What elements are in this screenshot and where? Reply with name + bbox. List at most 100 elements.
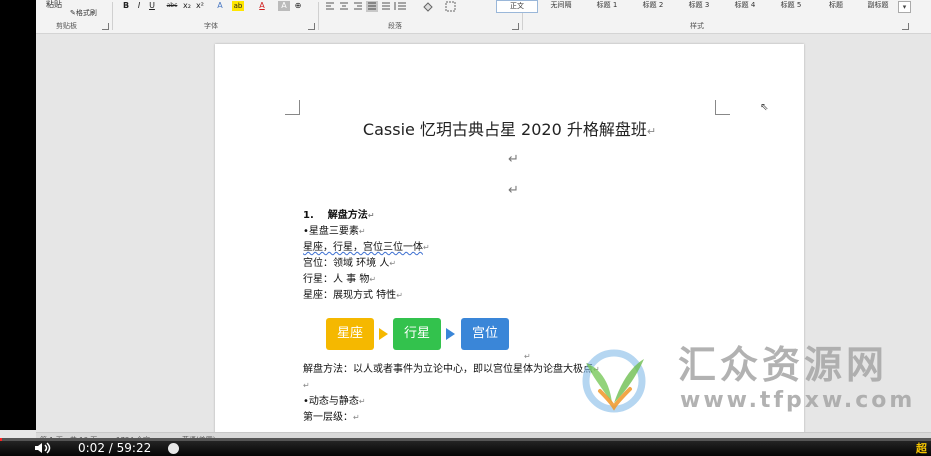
highlight-button[interactable]: ab — [232, 1, 244, 11]
style-no-spacing[interactable]: 无间隔 — [540, 0, 582, 11]
paragraph-mark: ↵ — [396, 291, 403, 300]
paragraph-mark: ↵ — [389, 259, 397, 268]
line-text: 宫位：领域 环境 人 — [303, 258, 390, 269]
body-line: 行星：人 事 物↵ — [303, 273, 376, 287]
character-shading-button[interactable]: A — [278, 1, 290, 11]
empty-paragraph-mark: ↵ — [508, 183, 519, 198]
smartart-item-house[interactable]: 宫位 — [461, 318, 509, 350]
font-launcher-icon[interactable] — [308, 23, 315, 30]
line-text: 解盘方法：以人或者事件为立论中心，即以宫位星体为论盘大极点 — [303, 364, 593, 375]
paragraph-mark: ↵ — [369, 275, 377, 284]
paragraph-mark: ↵ — [303, 381, 310, 390]
line-text: •动态与静态 — [303, 396, 359, 407]
font-group-label: 字体 — [204, 22, 218, 30]
title-text: Cassie 忆玥古典占星 2020 升格解盘班 — [362, 120, 647, 139]
line-text: 行星：人 事 物 — [303, 274, 370, 285]
style-heading-1[interactable]: 标题 1 — [586, 0, 628, 11]
strikethrough-button[interactable]: abc — [164, 1, 180, 11]
line-text: 第一层级： — [303, 412, 353, 423]
paragraph-mark: ↵ — [646, 125, 657, 138]
text-effects-button[interactable]: A — [214, 1, 226, 11]
body-line: 星座：展现方式 特性↵ — [303, 289, 403, 303]
left-letterbox — [0, 0, 36, 430]
style-normal[interactable]: 正文 — [496, 0, 538, 13]
paste-button[interactable]: 粘贴 — [46, 0, 62, 10]
video-duration: 59:22 — [116, 441, 152, 455]
borders-icon — [445, 1, 456, 12]
volume-icon[interactable] — [34, 441, 52, 455]
watermark-logo-icon — [582, 349, 646, 413]
style-heading-4[interactable]: 标题 4 — [724, 0, 766, 11]
font-color-button[interactable]: A — [256, 1, 268, 11]
style-heading-5[interactable]: 标题 5 — [770, 0, 812, 11]
video-progress-fill — [0, 438, 2, 441]
ribbon: 粘贴 ✎格式刷 剪贴板 B I U abc x₂ x² A ab A A ⊕ 字… — [36, 0, 931, 34]
italic-button[interactable]: I — [133, 1, 145, 11]
body-line: •星盘三要素↵ — [303, 225, 366, 239]
styles-more-icon[interactable]: ▾ — [898, 1, 911, 13]
body-line: 星座，行星，宫位三位一体↵ — [303, 241, 430, 255]
crop-mark-top-right — [715, 100, 730, 115]
mouse-pointer-icon: ⇖ — [760, 102, 769, 113]
line-text: 星座，行星，宫位三位一体 — [303, 242, 423, 253]
style-title[interactable]: 标题 — [816, 0, 856, 11]
paragraph-mark: ↵ — [524, 352, 531, 361]
format-painter-button[interactable]: ✎格式刷 — [70, 8, 97, 18]
smartart-arrow-icon — [446, 328, 455, 340]
styles-group-label: 样式 — [690, 22, 704, 30]
body-line: 第一层级：↵ — [303, 411, 360, 425]
heading-number: 1. — [303, 210, 314, 221]
paragraph-mark: ↵ — [358, 227, 366, 236]
divider — [112, 2, 113, 30]
line-text: •星盘三要素 — [303, 226, 359, 237]
enclose-characters-button[interactable]: ⊕ — [292, 1, 304, 11]
heading-text: 解盘方法 — [327, 210, 368, 221]
crop-mark-top-left — [285, 100, 300, 115]
document-title: Cassie 忆玥古典占星 2020 升格解盘班↵ — [215, 120, 804, 142]
superscript-button[interactable]: x² — [194, 1, 206, 11]
smartart-item-constellation[interactable]: 星座 — [326, 318, 374, 350]
line-text: 星座：展现方式 特性 — [303, 290, 397, 301]
video-scrubber-handle[interactable] — [168, 443, 179, 454]
subscript-button[interactable]: x₂ — [181, 1, 193, 11]
video-time-separator: / — [108, 441, 113, 455]
video-time: 0:02 / 59:22 — [78, 441, 151, 455]
format-painter-label: 格式刷 — [75, 9, 97, 17]
paragraph-group-label: 段落 — [388, 22, 402, 30]
corner-overlay-text: 超 — [916, 442, 927, 455]
paragraph-tools — [326, 1, 456, 12]
style-heading-3[interactable]: 标题 3 — [678, 0, 720, 11]
paragraph-launcher-icon[interactable] — [512, 23, 519, 30]
paragraph-mark: ↵ — [423, 243, 430, 252]
clipboard-group-label: 剪贴板 — [56, 22, 77, 30]
video-controls: 0:02 / 59:22 — [0, 438, 931, 456]
align-left-icon — [326, 2, 334, 10]
paragraph-mark: ↵ — [353, 413, 360, 422]
underline-button[interactable]: U — [146, 1, 158, 11]
heading-line: 1. 解盘方法↵ — [303, 209, 374, 223]
style-heading-2[interactable]: 标题 2 — [632, 0, 674, 11]
empty-paragraph-mark: ↵ — [508, 152, 519, 167]
clipboard-launcher-icon[interactable] — [102, 23, 109, 30]
body-line: •动态与静态↵ — [303, 395, 366, 409]
watermark-title: 汇众资源网 — [678, 343, 889, 387]
body-line: 解盘方法：以人或者事件为立论中心，即以宫位星体为论盘大极点↵ — [303, 363, 600, 377]
style-subtitle[interactable]: 副标题 — [858, 0, 898, 11]
align-center-icon — [340, 2, 348, 10]
bold-button[interactable]: B — [120, 1, 132, 11]
styles-launcher-icon[interactable] — [902, 23, 909, 30]
line-spacing-icon — [394, 2, 406, 10]
divider — [318, 2, 319, 30]
align-right-icon — [354, 2, 362, 10]
video-current-time: 0:02 — [78, 441, 105, 455]
word-window: 粘贴 ✎格式刷 剪贴板 B I U abc x₂ x² A ab A A ⊕ 字… — [0, 0, 931, 456]
body-line: ↵ — [303, 379, 310, 393]
smartart-arrow-icon — [379, 328, 388, 340]
paragraph-mark: ↵ — [358, 397, 366, 406]
smartart-item-planet[interactable]: 行星 — [393, 318, 441, 350]
shading-icon — [423, 2, 433, 12]
paragraph-mark: ↵ — [367, 211, 375, 220]
watermark-url: www.tfpxw.com — [680, 388, 916, 413]
body-line: 宫位：领域 环境 人↵ — [303, 257, 396, 271]
distributed-icon — [382, 2, 390, 10]
